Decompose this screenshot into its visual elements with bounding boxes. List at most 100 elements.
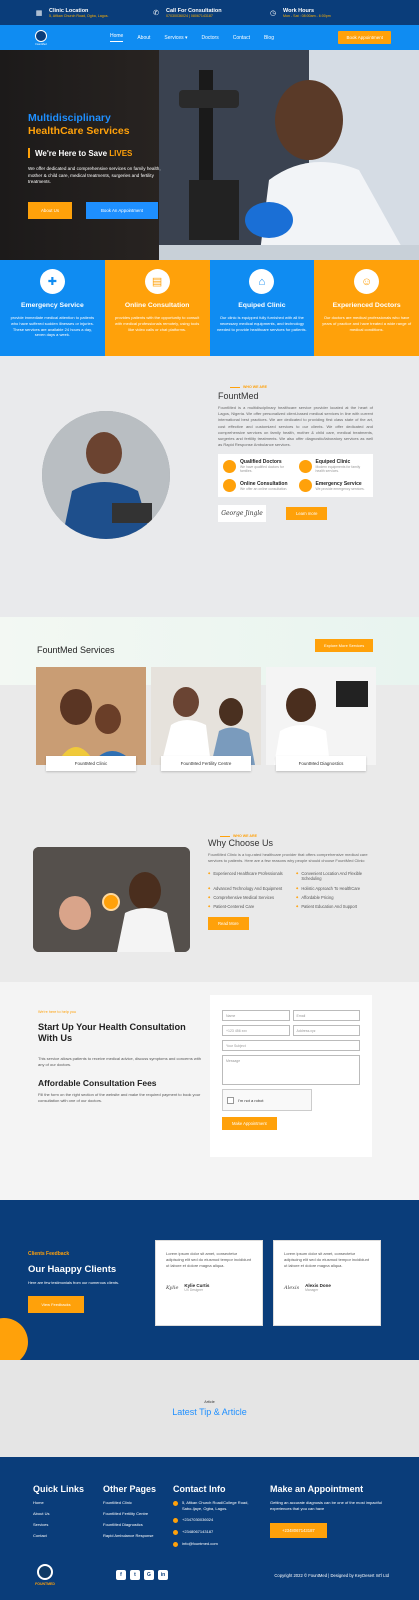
book-appointment-button[interactable]: Book Appointment	[338, 31, 391, 44]
why-list: Experienced Healthcare Professionals Con…	[208, 871, 378, 909]
testimonials-paragraph: Here are few testimonials from our numer…	[28, 1280, 120, 1285]
footer-link[interactable]: FountMed Fertility Centre	[103, 1511, 156, 1516]
nav-contact[interactable]: Contact	[233, 35, 250, 41]
testimonial-quote: Lorem ipsum dolor sit amet, consectetur …	[166, 1251, 251, 1268]
google-icon[interactable]: G	[144, 1570, 154, 1580]
diagnostics-photo	[266, 667, 376, 765]
top-info-bar: ▦ Clinic Location 5, Afikan Church Road, …	[0, 0, 419, 25]
consult-title: Start Up Your Health Consultation With U…	[38, 1022, 186, 1043]
linkedin-icon[interactable]: in	[158, 1570, 168, 1580]
clinic-photo	[36, 667, 146, 765]
message-field[interactable]: Message	[222, 1055, 360, 1085]
footer-logo[interactable]: FOUNTMED	[30, 1564, 60, 1586]
mail-icon	[173, 1542, 178, 1547]
quality-desc: We provide emergency services.	[315, 486, 365, 491]
footer-link[interactable]: Services	[33, 1522, 84, 1527]
hero-title-line2: HealthCare Services	[28, 125, 130, 137]
why-choose-section: WHO WE ARE Why Choose Us FountMed Clinic…	[0, 820, 419, 982]
contact-phone[interactable]: +2347030036024	[173, 1517, 253, 1523]
copyright: Copyright 2022 © FountMed | Designed by …	[274, 1572, 389, 1578]
other-pages-title: Other Pages	[103, 1484, 157, 1494]
contact-text: +2348067143187	[182, 1529, 214, 1534]
address-field[interactable]: Address.xyz	[292, 1025, 360, 1036]
why-item: Comprehensive Medical Services	[208, 895, 290, 900]
site-footer: Quick Links Home About Us Services Conta…	[0, 1457, 419, 1600]
make-appointment-button[interactable]: Make Appointment	[222, 1117, 277, 1130]
read-more-button[interactable]: Read More	[208, 917, 249, 931]
captcha-checkbox[interactable]	[227, 1096, 234, 1104]
contact-email[interactable]: info@fountmed.com	[173, 1541, 253, 1547]
feature-desc: Our clinic is equipped fully furnished w…	[217, 315, 307, 332]
about-title: FountMed	[218, 391, 259, 401]
footer-quick-links: Quick Links Home About Us Services Conta…	[33, 1484, 84, 1544]
learn-more-button[interactable]: Learn more	[286, 507, 328, 521]
call-button[interactable]: +2348067143187	[270, 1523, 327, 1538]
contact-phone[interactable]: +2348067143187	[173, 1529, 253, 1535]
nav-doctors[interactable]: Doctors	[202, 35, 219, 41]
name-field[interactable]: Name	[222, 1010, 290, 1021]
service-card-diagnostics[interactable]: FountMed Diagnostics	[266, 667, 376, 771]
footer-link[interactable]: Home	[33, 1500, 84, 1505]
email-field[interactable]: Email	[292, 1010, 360, 1021]
footer-link[interactable]: Rapid Ambulance Response	[103, 1533, 156, 1538]
phone-field[interactable]: +123 456 xxx	[222, 1025, 290, 1036]
author-role: UX Designer	[184, 1288, 204, 1292]
call-numbers[interactable]: 07030036024 | 08067143187	[166, 14, 222, 18]
tagline-highlight: LIVES	[109, 148, 133, 158]
about-us-button[interactable]: About Us	[28, 201, 72, 219]
hero-appointment-button[interactable]: Book An Appointment	[86, 201, 158, 219]
footer-appointment: Make an Appointment Getting an accurate …	[270, 1484, 388, 1538]
site-logo[interactable]: FountMed	[28, 27, 54, 49]
nav-about[interactable]: About	[137, 35, 150, 41]
footer-logo-text: FOUNTMED	[35, 1582, 55, 1586]
contact-text: 5, Afikan Church Road/College Road, Sabo…	[182, 1500, 249, 1511]
feature-title: Experienced Doctors	[332, 302, 401, 309]
feature-doctors: ☺ Experienced Doctors Our doctors are me…	[314, 260, 419, 356]
subject-field[interactable]: Your Subject	[222, 1040, 360, 1051]
phone-icon: ✆	[153, 9, 159, 17]
nav-blog[interactable]: Blog	[264, 35, 274, 41]
footer-link[interactable]: FountMed Diagnostics	[103, 1522, 156, 1527]
testimonials-section: Clients Feedback Our Haappy Clients Here…	[0, 1200, 419, 1360]
contact-title: Contact Info	[173, 1484, 226, 1494]
view-feedbacks-button[interactable]: View Feedbacks	[28, 1296, 84, 1313]
twitter-icon[interactable]: t	[130, 1570, 140, 1580]
footer-link[interactable]: About Us	[33, 1511, 84, 1516]
author-signature: Alexis	[284, 1284, 300, 1291]
service-cards: FountMed Clinic FountMed Fertility Centr…	[36, 667, 376, 771]
nav-home[interactable]: Home	[110, 33, 124, 42]
clinic-icon: ⌂	[249, 269, 275, 294]
explore-services-button[interactable]: Explore More Services	[315, 639, 374, 652]
facebook-icon[interactable]: f	[116, 1570, 126, 1580]
about-content: WHO WE ARE FountMed FountMed is a multid…	[218, 385, 373, 523]
service-card-clinic[interactable]: FountMed Clinic	[36, 667, 146, 771]
testimonials-title: Our Haappy Clients	[28, 1264, 117, 1275]
why-video-thumbnail[interactable]	[33, 847, 190, 952]
quality-desc: We offer an online consultation.	[240, 486, 288, 491]
why-item: Experienced Healthcare Professionals	[208, 871, 290, 882]
doctor-illustration	[42, 411, 170, 539]
footer-link[interactable]: FountMed Clinic	[103, 1500, 156, 1505]
testimonials-eyebrow: Clients Feedback	[28, 1251, 70, 1257]
author-signature: Kylie	[166, 1284, 179, 1291]
online-badge-icon	[223, 479, 236, 493]
captcha-widget[interactable]: I'm not a robot	[222, 1089, 312, 1111]
footer-link[interactable]: Contact	[33, 1533, 84, 1538]
play-icon[interactable]	[102, 893, 120, 911]
calendar-icon: ▤	[144, 269, 170, 294]
hero-section: Multidisciplinary HealthCare Services We…	[0, 50, 419, 260]
work-hours: ◷ Work Hours Mon - Sat : 08:00am - 6:00pm	[268, 8, 385, 18]
feature-desc: provide immediate medical attention to p…	[10, 315, 95, 338]
phone-icon	[173, 1518, 178, 1523]
service-card-fertility[interactable]: FountMed Fertility Centre	[151, 667, 261, 771]
about-paragraph: FountMed is a multidisciplinary healthca…	[218, 405, 373, 448]
consultation-section: We're here to help you Start Up Your Hea…	[0, 982, 419, 1200]
quality-desc: We have qualified doctors for families.	[240, 465, 284, 474]
testimonial-author: Kylie Kylie Curtis UX Designer	[166, 1283, 252, 1292]
nav-services[interactable]: Services ▾	[164, 35, 187, 41]
consult-eyebrow: We're here to help you	[38, 1010, 77, 1014]
ambulance-icon: ✚	[39, 269, 65, 294]
emergency-badge-icon	[298, 479, 312, 493]
feature-desc: Our doctors are medical professionals wh…	[322, 315, 412, 332]
location-icon	[173, 1501, 178, 1506]
